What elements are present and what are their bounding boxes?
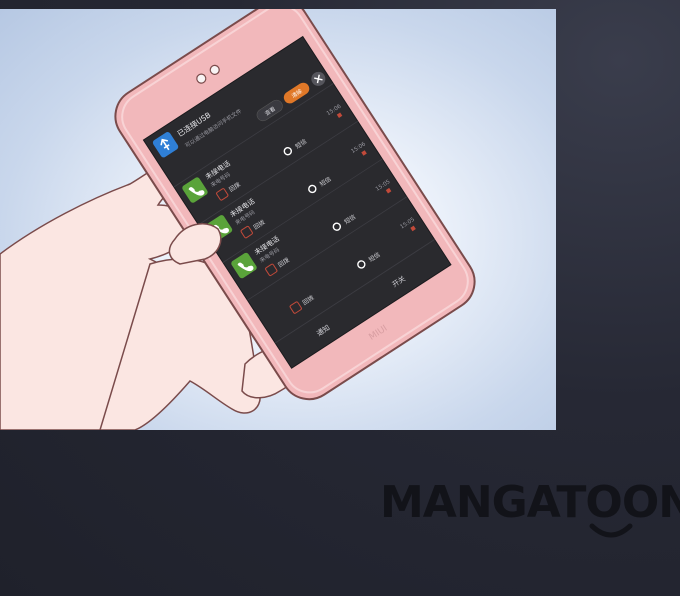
- smile-icon: [589, 523, 633, 538]
- watermark: MANGATOON: [380, 478, 680, 540]
- comic-panel: 已连接USB 可以通过电脑访问手机文件 查看 清除 未接电话 来电号码 回拨 短信 15…: [0, 9, 556, 430]
- watermark-logo-text: MANGATOON: [380, 477, 680, 528]
- illustration: 已连接USB 可以通过电脑访问手机文件 查看 清除 未接电话来电号码回拨短信15…: [0, 9, 476, 430]
